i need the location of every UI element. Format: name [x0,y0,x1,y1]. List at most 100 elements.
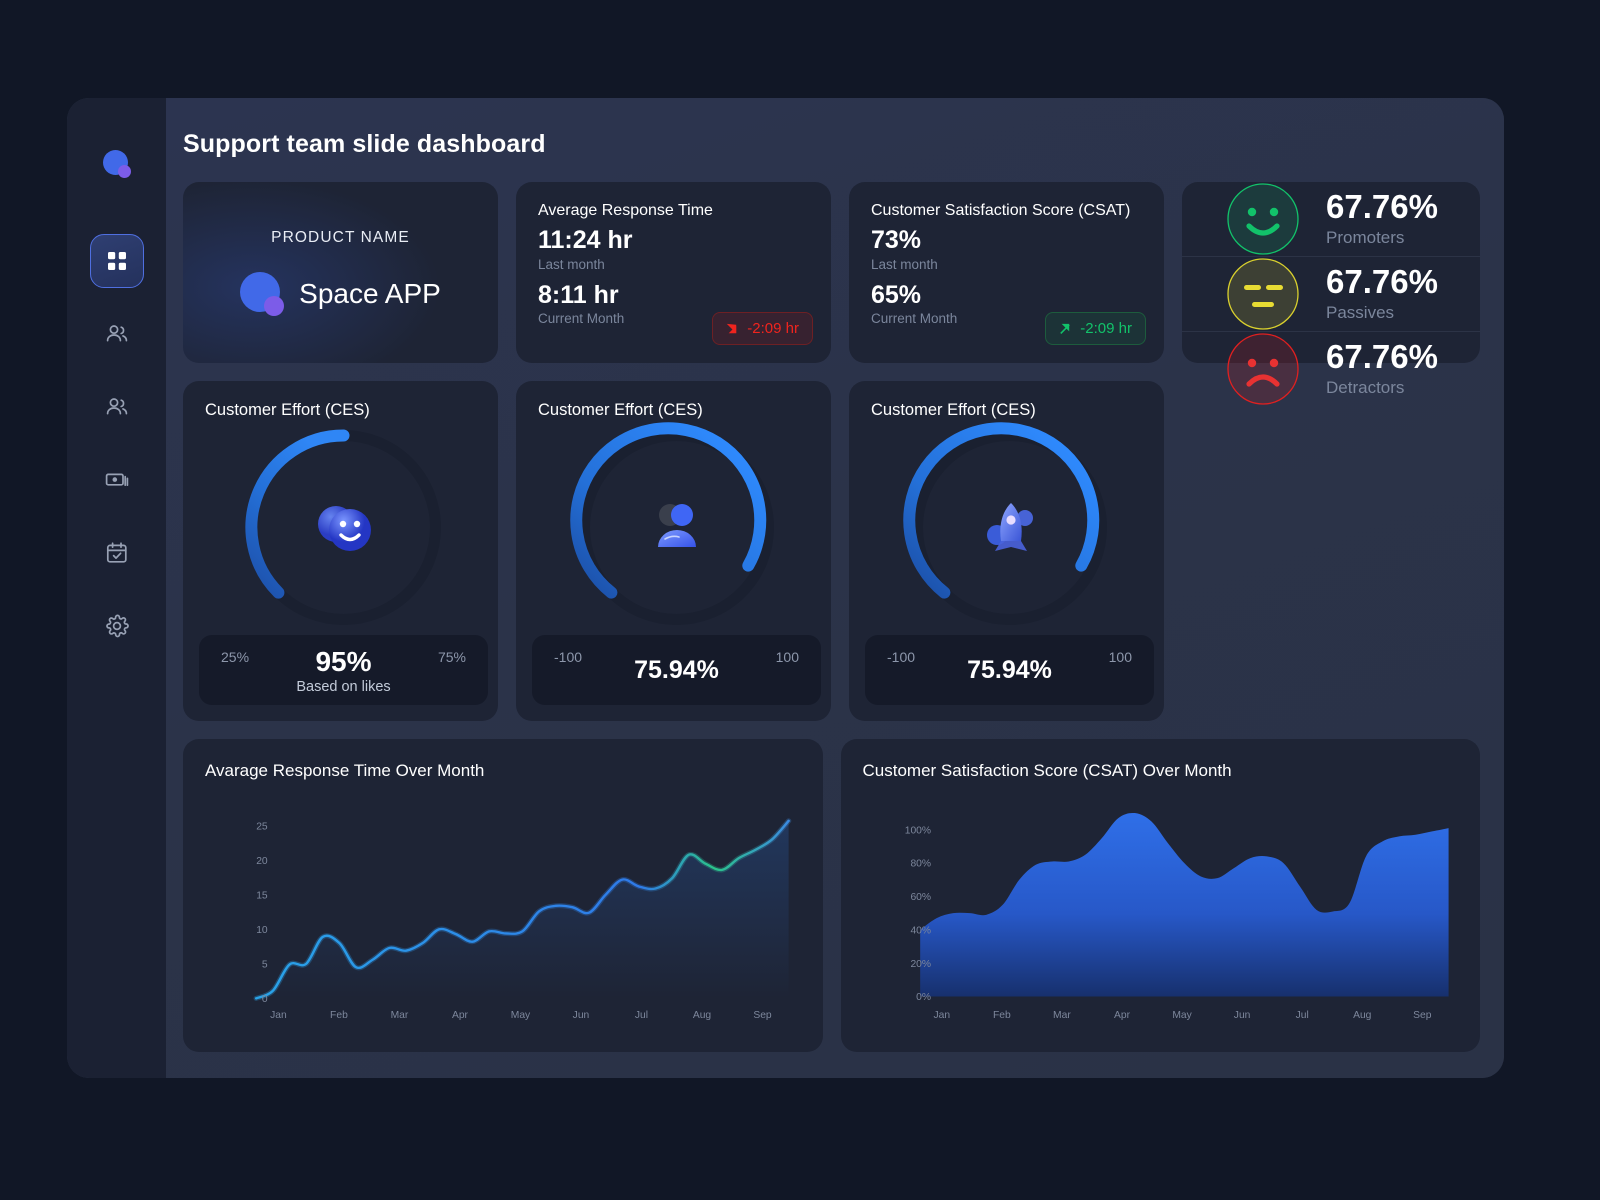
nps-label: Promoters [1326,227,1405,247]
ces-card-2: Customer Effort (CES) -100 100 75.94% [516,381,831,721]
sidebar-item-dashboard[interactable] [89,234,144,288]
card-title: Customer Effort (CES) [871,401,1036,419]
svg-text:40%: 40% [910,925,931,936]
grid-icon [107,252,126,270]
sidebar-item-settings[interactable] [90,599,144,653]
current-month-value: 65% [871,280,922,309]
ces-row: Customer Effort (CES) 25% 75% 95% Based … [183,381,1480,721]
svg-text:100%: 100% [904,825,930,836]
status-badge-text: -2:09 hr [1080,320,1132,337]
calendar-check-icon [106,542,127,563]
ces-footer: 25% 75% 95% Based on likes [199,635,488,705]
chart-title: Avarage Response Time Over Month [205,761,485,780]
page-title: Support team slide dashboard [183,130,546,158]
users-icon [106,398,127,415]
smiley-face-3d-icon [317,505,371,551]
svg-text:80%: 80% [910,859,931,870]
users-icon [106,325,127,342]
last-month-value: 73% [871,226,922,254]
svg-text:Feb: Feb [330,1010,348,1021]
smiley-neutral-icon [1227,258,1299,330]
gauge [538,420,815,635]
svg-text:Jun: Jun [1233,1010,1250,1021]
scale-left: -100 [554,649,583,665]
sidebar-item-billing[interactable] [90,453,144,507]
product-identity: Space APP [240,272,441,316]
current-month-value: 8:11 hr [538,280,619,309]
nps-panel: 67.76% Promoters 67.76% Passives 67.76% … [1182,182,1480,405]
ces-footer: -100 100 75.94% [532,635,821,705]
arrow-down-right-icon [727,323,737,334]
svg-text:0%: 0% [916,992,931,1003]
last-month-label: Last month [538,256,605,272]
svg-text:20: 20 [256,856,268,867]
last-month-label: Last month [871,256,938,272]
nps-text: 67.76% Passives [1326,265,1438,323]
user-avatar-3d-icon [657,503,696,547]
chart-title: Customer Satisfaction Score (CSAT) Over … [862,761,1232,780]
product-name-value: Space APP [299,278,441,309]
svg-text:Apr: Apr [452,1010,469,1021]
svg-text:Jul: Jul [1295,1010,1308,1021]
svg-text:5: 5 [262,959,268,970]
cash-icon [105,473,128,487]
smiley-happy-icon [1227,183,1299,255]
arrow-up-right-icon [1060,323,1071,334]
response-time-chart-card: Avarage Response Time Over Month 0 5 10 15 2… [183,739,823,1052]
svg-text:Aug: Aug [1353,1010,1372,1021]
sidebar-item-customers[interactable] [90,307,144,361]
ces-card-3: Customer Effort (CES) -100 100 75.94% [849,381,1164,721]
svg-text:0: 0 [262,994,268,1005]
svg-text:Sep: Sep [753,1010,772,1021]
ces-value: 95% [315,645,372,677]
svg-text:15: 15 [256,890,268,901]
svg-text:25: 25 [256,821,268,832]
sidebar-item-team[interactable] [90,380,144,434]
svg-text:Jan: Jan [933,1010,950,1021]
svg-text:Feb: Feb [993,1010,1011,1021]
svg-text:May: May [1172,1010,1192,1021]
scale-left: 25% [221,649,250,665]
nps-text: 67.76% Promoters [1326,190,1438,248]
product-logo-icon [240,272,285,316]
nps-row-promoters: 67.76% Promoters [1182,182,1480,256]
card-title: Customer Satisfaction Score (CSAT) [871,202,1131,219]
svg-text:20%: 20% [910,959,931,970]
average-response-time-card: Average Response Time 11:24 hr Last mont… [516,182,831,363]
scale-left: -100 [887,649,916,665]
last-month-value: 11:24 hr [538,226,633,254]
svg-text:May: May [511,1010,531,1021]
csat-card: Customer Satisfaction Score (CSAT) 73% L… [849,182,1164,363]
card-title: Customer Effort (CES) [205,401,370,419]
gauge [871,420,1148,635]
charts-row: Avarage Response Time Over Month 0 5 10 15 2… [183,739,1480,1052]
svg-text:Jun: Jun [573,1010,590,1021]
status-badge-text: -2:09 hr [747,320,799,337]
sidebar-item-calendar[interactable] [90,526,144,580]
product-name-label: PRODUCT NAME [271,229,410,246]
ces-card-1: Customer Effort (CES) 25% 75% 95% Based … [183,381,498,721]
nps-value: 67.76% [1326,338,1438,376]
svg-text:Mar: Mar [1053,1010,1071,1021]
area-chart: 0% 20% 40% 60% 80% 100% Jan Feb Mar Apr May Jun Jul A… [863,785,1455,1036]
svg-text:Jan: Jan [270,1010,287,1021]
line-chart: 0 5 10 15 20 25 Jan Feb Mar Apr May Jun Jul Aug Sep [205,785,797,1036]
rocket-3d-icon [986,502,1033,551]
svg-text:10: 10 [256,925,268,936]
nps-label: Passives [1326,302,1395,322]
status-badge: -2:09 hr [712,312,813,345]
ces-footer: -100 100 75.94% [865,635,1154,705]
nps-value: 67.76% [1326,188,1438,226]
svg-text:Apr: Apr [1113,1010,1130,1021]
svg-text:Aug: Aug [693,1010,712,1021]
scale-right: 75% [437,649,466,665]
ces-value: 75.94% [967,655,1052,684]
svg-text:Mar: Mar [391,1010,409,1021]
scale-right: 100 [1108,649,1132,665]
sidebar [67,98,166,1078]
ces-value: 75.94% [634,655,719,684]
svg-text:Jul: Jul [635,1010,648,1021]
line-chart-labels: 0 5 10 15 20 25 Jan Feb Mar Apr May Jun Jul Aug Sep [256,821,772,1021]
gear-icon [105,614,129,638]
kpi-row: PRODUCT NAME Space APP Average Response … [183,182,1480,405]
